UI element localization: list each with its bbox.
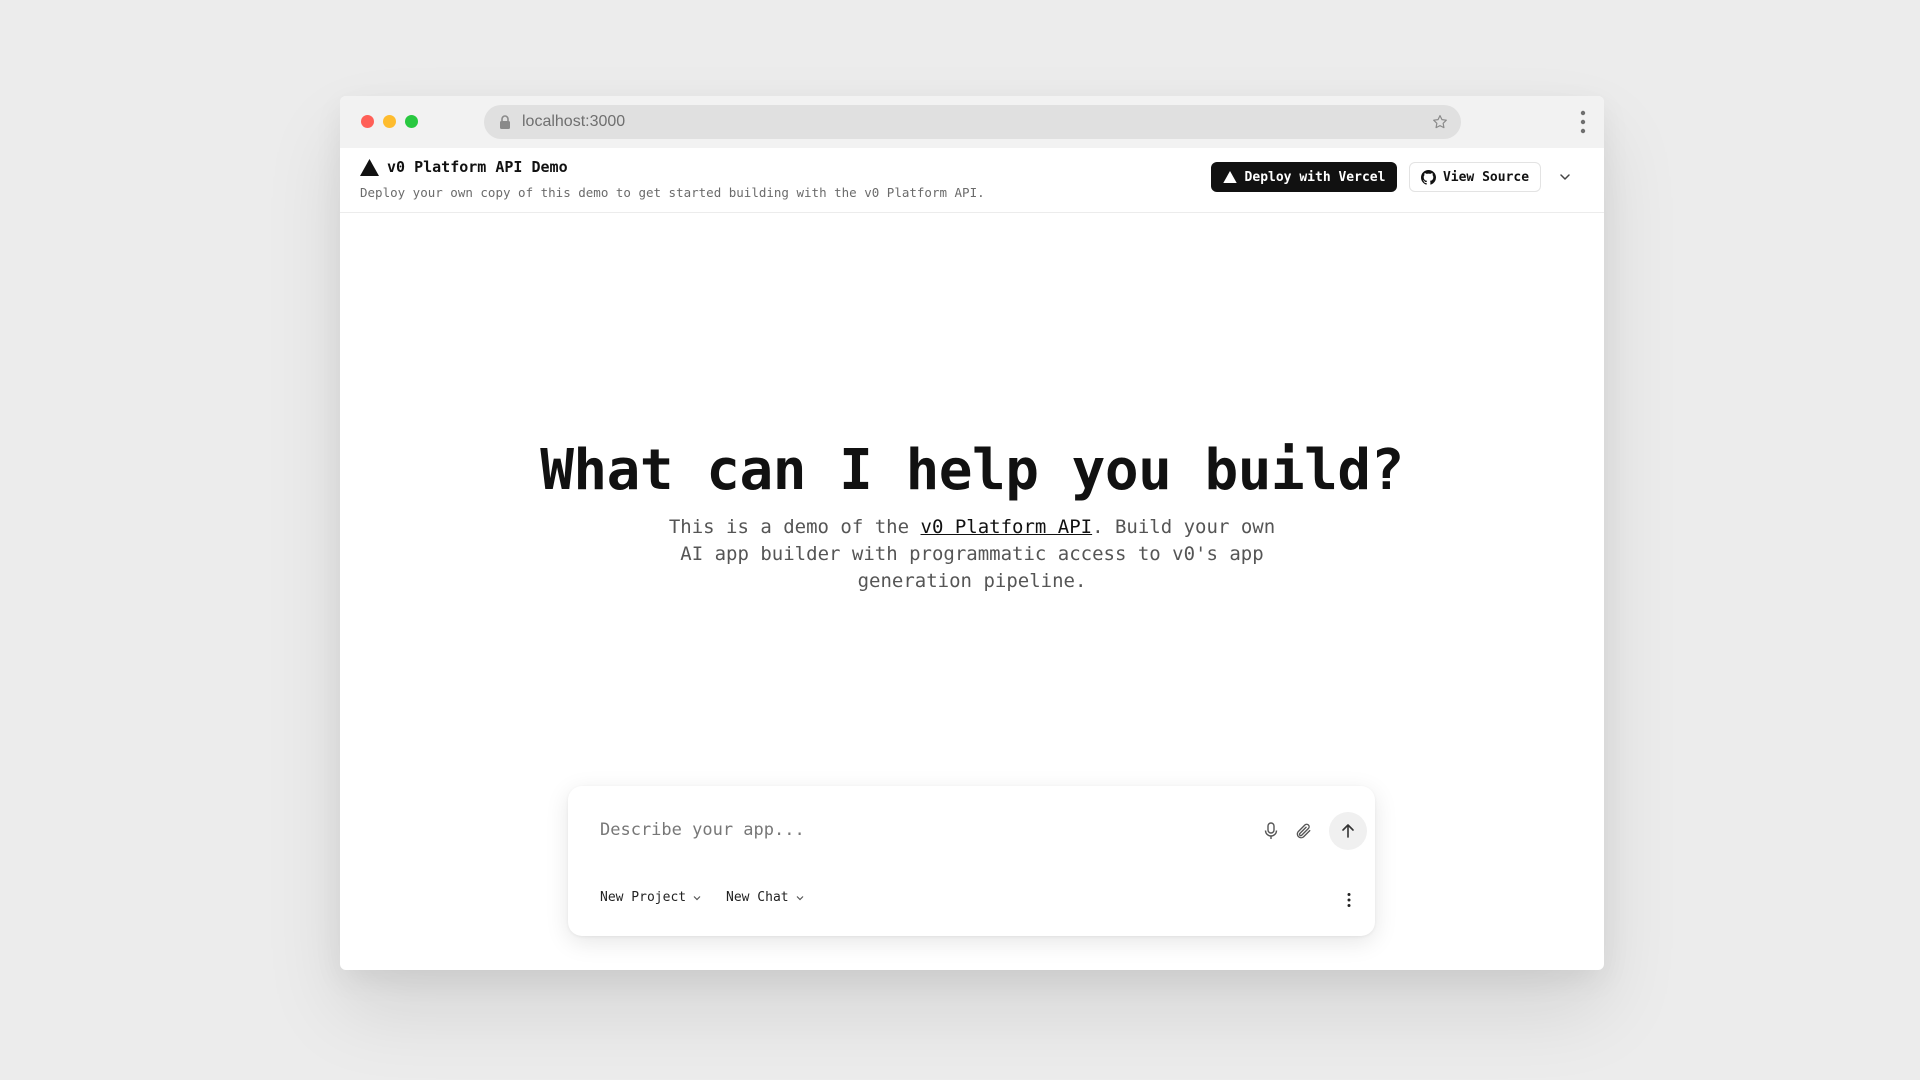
star-icon[interactable] (1431, 113, 1449, 131)
vercel-triangle-icon (1222, 171, 1237, 183)
hero-title: What can I help you build? (540, 438, 1404, 503)
chevron-down-icon (796, 895, 804, 900)
send-button[interactable] (1329, 812, 1367, 850)
github-icon (1420, 169, 1436, 185)
project-selector[interactable]: New Project (600, 890, 702, 905)
prompt-composer: New Project New Chat (568, 786, 1375, 936)
more-vertical-icon[interactable] (1346, 892, 1352, 908)
more-vertical-icon[interactable] (1580, 109, 1586, 135)
url-text[interactable]: localhost:3000 (522, 113, 625, 131)
hero-description: This is a demo of the v0 Platform API. B… (652, 514, 1292, 595)
browser-window: localhost:3000 v0 Platform API Demo Depl… (340, 96, 1604, 970)
browser-toolbar: localhost:3000 (340, 96, 1604, 148)
lock-icon (500, 115, 510, 129)
view-source-button[interactable]: View Source (1409, 162, 1541, 192)
project-selector-label: New Project (600, 890, 687, 905)
deploy-button-label: Deploy with Vercel (1244, 169, 1386, 185)
chat-selector-label: New Chat (726, 890, 789, 905)
view-source-label: View Source (1442, 169, 1530, 185)
vercel-triangle-icon (360, 159, 379, 176)
maximize-window-button[interactable] (405, 115, 418, 128)
minimize-window-button[interactable] (383, 115, 396, 128)
v0-platform-api-link[interactable]: v0 Platform API (921, 516, 1093, 538)
app-subtitle: Deploy your own copy of this demo to get… (360, 185, 985, 200)
paperclip-icon[interactable] (1294, 822, 1312, 840)
deploy-with-vercel-button[interactable]: Deploy with Vercel (1211, 162, 1397, 192)
prompt-input[interactable] (598, 814, 1222, 846)
chevron-down-icon (693, 895, 701, 900)
window-controls (361, 115, 418, 128)
hero-desc-before: This is a demo of the (668, 516, 921, 538)
chat-selector[interactable]: New Chat (726, 890, 805, 905)
microphone-icon[interactable] (1263, 822, 1279, 840)
app-header: v0 Platform API Demo Deploy your own cop… (340, 148, 1604, 213)
app-title: v0 Platform API Demo (387, 158, 568, 176)
close-window-button[interactable] (361, 115, 374, 128)
arrow-up-icon (1342, 824, 1354, 838)
address-bar[interactable]: localhost:3000 (484, 105, 1461, 139)
chevron-down-icon[interactable] (1558, 170, 1572, 184)
